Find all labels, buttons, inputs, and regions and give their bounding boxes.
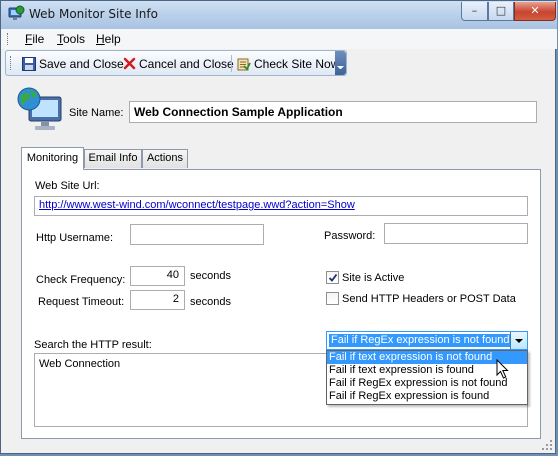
check-frequency-field[interactable]: 40 [130,266,185,286]
url-field[interactable]: http://www.west-wind.com/wconnect/testpa… [34,196,528,216]
checkmark-icon [328,273,338,282]
menu-tools[interactable]: Tools [57,32,85,46]
resize-grip-icon[interactable] [541,439,553,451]
menu-bar: File Tools Help [1,29,557,49]
minimize-button[interactable]: – [461,2,488,21]
menu-file[interactable]: File [25,32,44,46]
check-site-now-button[interactable]: Check Site Now [237,55,339,72]
site-name-field[interactable]: Web Connection Sample Application [129,101,537,123]
cancel-icon [123,57,136,70]
username-label: Http Username: [36,232,114,244]
save-and-close-label: Save and Close [39,56,124,71]
app-icon [8,5,25,20]
search-mode-value: Fail if RegEx expression is not found [328,333,513,348]
username-field[interactable] [130,224,264,245]
send-headers-checkbox[interactable] [326,292,339,305]
search-result-label: Search the HTTP result: [34,339,152,351]
main-window: Web Monitor Site Info – □ ✕ File Tools H… [0,0,557,454]
save-and-close-button[interactable]: Save and Close [22,55,124,72]
password-field[interactable] [384,223,528,244]
window-title: Web Monitor Site Info [29,7,158,21]
chevron-down-icon[interactable] [510,332,527,349]
site-active-checkbox[interactable] [326,271,339,284]
check-site-now-label: Check Site Now [254,56,340,71]
tab-email-info[interactable]: Email Info [84,149,142,168]
tab-monitoring[interactable]: Monitoring [21,147,84,170]
cancel-and-close-label: Cancel and Close [139,56,234,71]
url-label: Web Site Url: [35,180,100,192]
check-frequency-label: Check Frequency: [36,274,126,286]
menu-help[interactable]: Help [96,32,121,46]
close-button[interactable]: ✕ [514,2,556,21]
check-site-icon [237,58,251,71]
title-bar[interactable]: Web Monitor Site Info – □ ✕ [1,1,557,30]
site-monitor-icon [17,87,62,130]
password-label: Password: [324,230,376,242]
toolbar-grip[interactable] [10,56,14,70]
site-name-label: Site Name: [69,107,124,119]
site-active-label[interactable]: Site is Active [342,272,404,284]
toolbar-separator [231,55,232,72]
mouse-cursor-icon [496,359,509,379]
search-mode-select[interactable]: Fail if RegEx expression is not found [326,331,528,350]
maximize-button[interactable]: □ [488,2,514,21]
check-frequency-unit: seconds [190,270,231,282]
request-timeout-unit: seconds [190,296,231,308]
toolbar-overflow-button[interactable] [335,51,346,75]
toolbar: Save and Close Cancel and Close Check Si… [5,50,347,76]
request-timeout-field[interactable]: 2 [130,290,185,310]
dropdown-option[interactable]: Fail if RegEx expression is found [327,390,527,403]
url-value: http://www.west-wind.com/wconnect/testpa… [39,199,355,211]
save-icon [22,56,36,71]
request-timeout-label: Request Timeout: [38,296,125,308]
send-headers-label[interactable]: Send HTTP Headers or POST Data [342,293,516,305]
tab-actions[interactable]: Actions [142,149,188,168]
menu-grip [7,33,11,45]
cancel-and-close-button[interactable]: Cancel and Close [123,55,234,72]
